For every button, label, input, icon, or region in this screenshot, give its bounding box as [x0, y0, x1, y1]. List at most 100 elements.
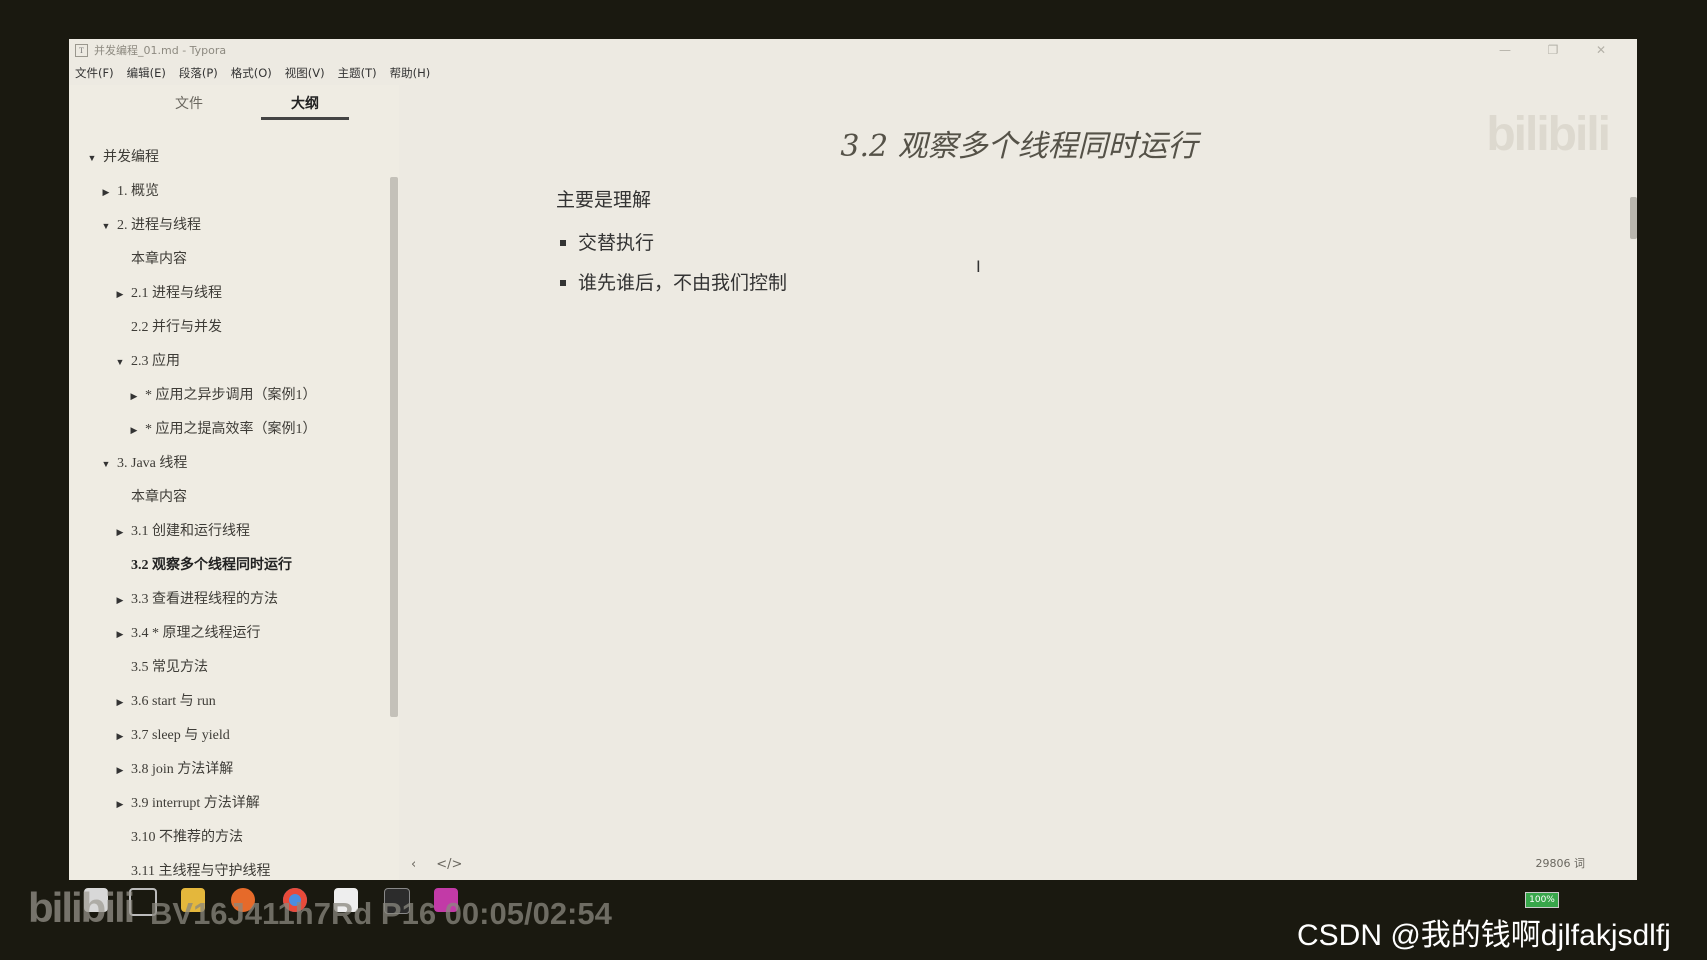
word-count[interactable]: 29806 词	[1536, 855, 1586, 871]
sidebar-tabs: 文件 大纲	[69, 85, 399, 127]
outline-item-label: 2.3 应用	[131, 354, 180, 369]
document-heading[interactable]: 3.2 观察多个线程同时运行	[401, 121, 1637, 165]
outline-item[interactable]: 3.11 主线程与守护线程	[69, 855, 389, 880]
caret-right-icon[interactable]: ▶	[129, 379, 139, 413]
outline-list: ▼ 并发编程 ▶ 1. 概览 ▼ 2. 进程与线程 本章内容 ▶ 2.1 进程与线程 2.2 并行…	[69, 141, 389, 880]
restore-icon[interactable]: ❐	[1529, 39, 1577, 61]
menu-bar: 文件(F) 编辑(E) 段落(P) 格式(O) 视图(V) 主题(T) 帮助(H…	[69, 63, 443, 83]
caret-down-icon[interactable]: ▼	[101, 209, 111, 243]
caret-down-icon[interactable]: ▼	[115, 345, 125, 379]
menu-view[interactable]: 视图(V)	[285, 63, 332, 83]
outline-item-label: 3.9 interrupt 方法详解	[131, 796, 260, 811]
outline-item-label: 本章内容	[131, 252, 187, 267]
list-item-text: 谁先谁后，不由我们控制	[578, 272, 788, 294]
status-bar-left: ‹ </>	[411, 857, 462, 872]
outline-item[interactable]: ▶ 3.3 查看进程线程的方法	[69, 583, 389, 617]
sidebar-scrollbar[interactable]	[390, 177, 398, 717]
outline-item-label: * 应用之提高效率（案例1）	[145, 422, 317, 437]
list-item[interactable]: 交替执行	[558, 223, 787, 263]
outline-item-label: * 应用之异步调用（案例1）	[145, 388, 317, 403]
bullet-icon	[560, 240, 566, 246]
outline-item[interactable]: ▶ 3.8 join 方法详解	[69, 753, 389, 787]
outline-item[interactable]: ▶ 3.1 创建和运行线程	[69, 515, 389, 549]
close-icon[interactable]: ✕	[1577, 39, 1625, 61]
outline-item-label: 3.10 不推荐的方法	[131, 830, 243, 845]
document-paragraph[interactable]: 主要是理解	[556, 185, 651, 212]
outline-item-label: 3.4 * 原理之线程运行	[131, 626, 261, 641]
outline-item-label: 3.2 观察多个线程同时运行	[131, 558, 292, 573]
outline-item-label: 1. 概览	[117, 184, 159, 199]
outline-item[interactable]: 3.5 常见方法	[69, 651, 389, 685]
outline-item-label: 2.1 进程与线程	[131, 286, 222, 301]
outline-item[interactable]: ▶ 3.6 start 与 run	[69, 685, 389, 719]
caret-right-icon[interactable]: ▶	[115, 787, 125, 821]
tab-outline[interactable]: 大纲	[261, 93, 349, 120]
menu-format[interactable]: 格式(O)	[231, 63, 279, 83]
outline-item[interactable]: ▶ 1. 概览	[69, 175, 389, 209]
outline-item-label: 3.6 start 与 run	[131, 694, 216, 709]
menu-file[interactable]: 文件(F)	[75, 63, 121, 83]
outline-item[interactable]: ▶ * 应用之异步调用（案例1）	[69, 379, 389, 413]
typora-window: T 并发编程_01.md - Typora — ❐ ✕ 文件(F) 编辑(E) …	[69, 39, 1637, 880]
tab-files[interactable]: 文件	[145, 93, 233, 113]
list-item-text: 交替执行	[578, 232, 655, 254]
caret-down-icon[interactable]: ▼	[101, 447, 111, 481]
bullet-icon	[560, 280, 566, 286]
caret-right-icon[interactable]: ▶	[115, 277, 125, 311]
outline-item-label: 3.7 sleep 与 yield	[131, 728, 230, 743]
outline-item-label: 3.8 join 方法详解	[131, 762, 234, 777]
outline-item[interactable]: 2.2 并行与并发	[69, 311, 389, 345]
sidebar: 文件 大纲 ▼ 并发编程 ▶ 1. 概览 ▼ 2. 进程与线程 本章内容 ▶ 2.1 进程与线程…	[69, 85, 399, 880]
outline-item[interactable]: ▼ 3. Java 线程	[69, 447, 389, 481]
editor-pane[interactable]: bilibili 3.2 观察多个线程同时运行 主要是理解 交替执行 谁先谁后，…	[401, 85, 1637, 880]
outline-item-label: 3.11 主线程与守护线程	[131, 864, 271, 879]
outline-item[interactable]: ▼ 并发编程	[69, 141, 389, 175]
battery-icon[interactable]: 100%	[1525, 892, 1559, 908]
bilibili-logo: bilibili	[28, 884, 135, 931]
caret-down-icon[interactable]: ▼	[87, 141, 97, 175]
typora-app-icon: T	[75, 43, 88, 57]
caret-right-icon[interactable]: ▶	[115, 719, 125, 753]
outline-item[interactable]: 本章内容	[69, 481, 389, 515]
caret-right-icon[interactable]: ▶	[115, 753, 125, 787]
caret-right-icon[interactable]: ▶	[115, 583, 125, 617]
text-cursor-icon: I	[976, 257, 981, 276]
caret-right-icon[interactable]: ▶	[129, 413, 139, 447]
outline-item-label: 3. Java 线程	[117, 456, 188, 471]
outline-item-label: 2. 进程与线程	[117, 218, 201, 233]
menu-theme[interactable]: 主题(T)	[338, 63, 384, 83]
bullet-list: 交替执行 谁先谁后，不由我们控制	[558, 223, 787, 303]
outline-item[interactable]: ▼ 2. 进程与线程	[69, 209, 389, 243]
caret-right-icon[interactable]: ▶	[115, 515, 125, 549]
caret-right-icon[interactable]: ▶	[115, 685, 125, 719]
list-item[interactable]: 谁先谁后，不由我们控制	[558, 263, 787, 303]
outline-item-label: 3.1 创建和运行线程	[131, 524, 250, 539]
menu-paragraph[interactable]: 段落(P)	[179, 63, 225, 83]
outline-item-label: 3.3 查看进程线程的方法	[131, 592, 278, 607]
outline-item[interactable]: ▶ * 应用之提高效率（案例1）	[69, 413, 389, 447]
outline-item[interactable]: ▼ 2.3 应用	[69, 345, 389, 379]
minimize-icon[interactable]: —	[1481, 39, 1529, 61]
caret-right-icon[interactable]: ▶	[101, 175, 111, 209]
outline-item[interactable]: ▶ 2.1 进程与线程	[69, 277, 389, 311]
outline-item[interactable]: 3.2 观察多个线程同时运行	[69, 549, 389, 583]
source-mode-icon[interactable]: </>	[436, 857, 462, 872]
editor-scrollbar[interactable]	[1630, 197, 1637, 239]
sidebar-toggle-icon[interactable]: ‹	[411, 857, 416, 872]
outline-item[interactable]: ▶ 3.4 * 原理之线程运行	[69, 617, 389, 651]
outline-item[interactable]: 本章内容	[69, 243, 389, 277]
caret-right-icon[interactable]: ▶	[115, 617, 125, 651]
csdn-watermark: CSDN @我的钱啊djlfakjsdlfj	[1297, 919, 1671, 952]
video-progress-text: BV16J411h7Rd P16 00:05/02:54	[150, 896, 612, 931]
outline-item[interactable]: ▶ 3.9 interrupt 方法详解	[69, 787, 389, 821]
menu-help[interactable]: 帮助(H)	[390, 63, 438, 83]
window-title: 并发编程_01.md - Typora	[94, 44, 227, 57]
outline-item[interactable]: 3.10 不推荐的方法	[69, 821, 389, 855]
outline-item-label: 并发编程	[103, 150, 159, 165]
outline-item-label: 2.2 并行与并发	[131, 320, 222, 335]
outline-item-label: 3.5 常见方法	[131, 660, 208, 675]
outline-item[interactable]: ▶ 3.7 sleep 与 yield	[69, 719, 389, 753]
title-bar: T 并发编程_01.md - Typora — ❐ ✕	[69, 39, 1637, 61]
menu-edit[interactable]: 编辑(E)	[127, 63, 173, 83]
outline-item-label: 本章内容	[131, 490, 187, 505]
